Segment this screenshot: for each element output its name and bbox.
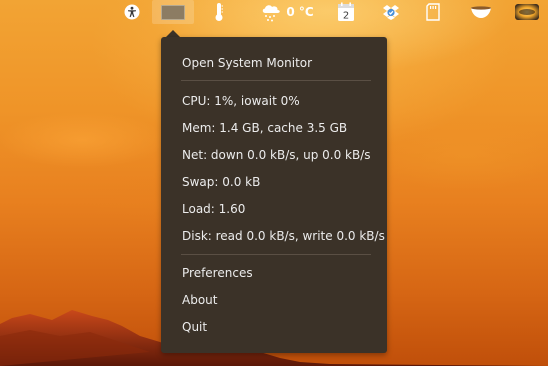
session-indicator[interactable] (512, 0, 542, 24)
weather-temperature: 0 °C (286, 5, 314, 19)
tea-cup-icon (471, 6, 491, 18)
calendar-day: 2 (343, 11, 349, 22)
cpu-stat: CPU: 1%, iowait 0% (182, 94, 300, 108)
menu-separator (181, 254, 371, 255)
temperature-indicator[interactable] (208, 0, 230, 24)
weather-indicator[interactable]: 0 °C (256, 0, 318, 24)
load-stat: Load: 1.60 (182, 202, 246, 216)
calendar-indicator[interactable]: 2 (334, 0, 358, 24)
dropbox-icon (383, 5, 399, 20)
menu-separator (181, 80, 371, 81)
preferences-item[interactable]: Preferences (182, 265, 253, 281)
system-monitor-icon (161, 4, 185, 20)
network-stat: Net: down 0.0 kB/s, up 0.0 kB/s (182, 148, 371, 162)
dropbox-indicator[interactable] (379, 0, 403, 24)
accessibility-icon (124, 4, 140, 20)
system-monitor-menu: Open System Monitor CPU: 1%, iowait 0% M… (161, 37, 387, 353)
sd-card-icon (426, 3, 440, 21)
quit-item[interactable]: Quit (182, 319, 207, 335)
disk-stat: Disk: read 0.0 kB/s, write 0.0 kB/s (182, 229, 385, 243)
weather-snow-icon (263, 5, 281, 22)
sd-card-indicator[interactable] (421, 0, 445, 24)
system-monitor-indicator[interactable] (152, 0, 194, 24)
thermometer-icon (215, 3, 223, 21)
tea-timer-indicator[interactable] (467, 0, 495, 24)
about-item[interactable]: About (182, 292, 217, 308)
calendar-icon: 2 (338, 2, 354, 22)
accessibility-indicator[interactable] (120, 0, 144, 24)
memory-stat: Mem: 1.4 GB, cache 3.5 GB (182, 121, 348, 135)
session-icon (515, 4, 539, 20)
swap-stat: Swap: 0.0 kB (182, 175, 261, 189)
top-panel: 0 °C 2 (0, 0, 548, 24)
open-system-monitor-item[interactable]: Open System Monitor (182, 55, 312, 71)
